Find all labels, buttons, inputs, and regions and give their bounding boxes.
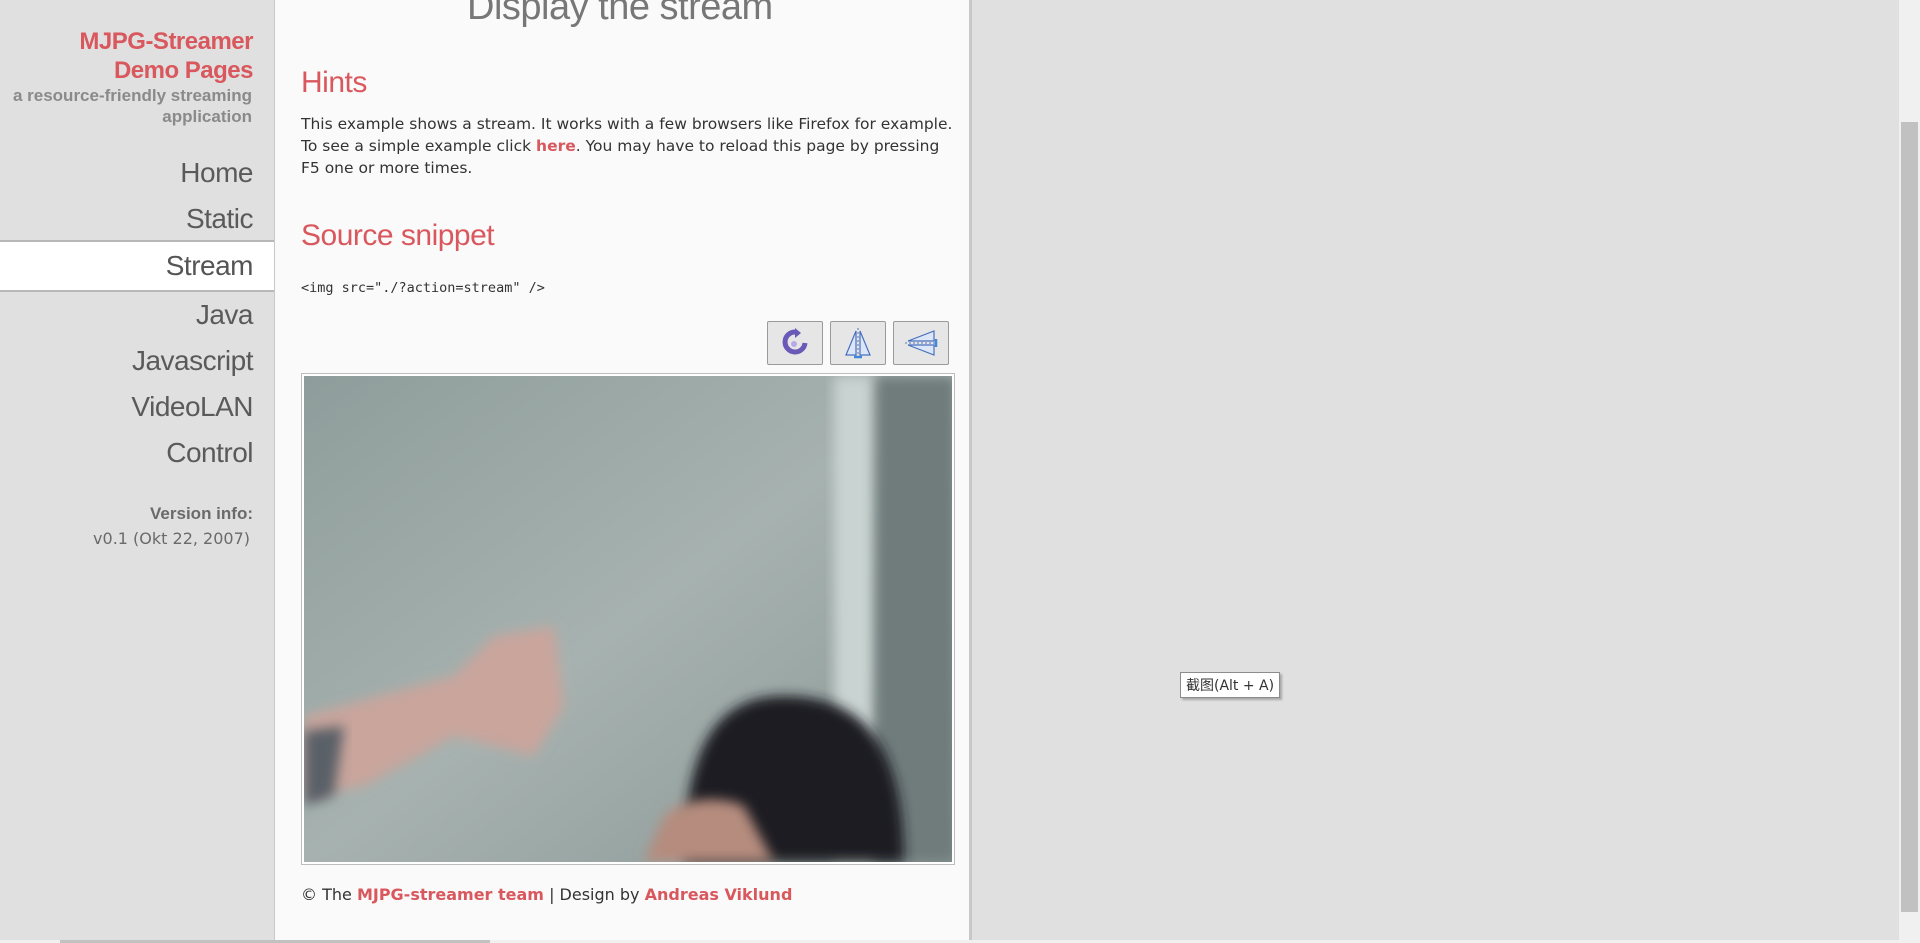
tagline-line-2: application [162,107,252,126]
nav-home[interactable]: Home [0,150,274,196]
nav-javascript[interactable]: Javascript [0,338,274,384]
nav-stream[interactable]: Stream [0,242,274,292]
version-label: Version info: [150,504,253,523]
brand-line-2: Demo Pages [113,57,254,84]
main-nav: Home Static Stream Java Javascript Video… [0,150,274,476]
nav-videolan[interactable]: VideoLAN [0,384,274,430]
here-link[interactable]: here [536,137,576,155]
footer-middle: | Design by [543,885,645,904]
designer-link[interactable]: Andreas Viklund [645,885,793,904]
flip-vertical-button[interactable] [830,321,886,365]
flip-horizontal-button[interactable] [893,321,949,365]
source-code: <img src="./?action=stream" /> [301,280,545,296]
vertical-scrollbar[interactable] [1899,0,1920,943]
main-content: Display the stream Hints This example sh… [274,0,972,943]
flip-vertical-icon [845,328,871,359]
flip-horizontal-icon [905,330,938,356]
stream-frame [301,373,955,865]
team-link[interactable]: MJPG-streamer team [357,885,544,904]
hints-heading: Hints [301,66,367,99]
version-value: v0.1 (Okt 22, 2007) [93,529,250,548]
brand-tagline: a resource-friendly streaming applicatio… [0,85,252,127]
rotate-icon [782,328,808,355]
rotate-button[interactable] [767,321,823,365]
tagline-line-1: a resource-friendly streaming [12,86,252,105]
brand-title: MJPG-Streamer Demo Pages [0,27,253,85]
scrollbar-thumb[interactable] [1901,122,1918,912]
camera-stream-image [304,376,952,862]
page-title: Display the stream [467,0,773,28]
sidebar: MJPG-Streamer Demo Pages a resource-frie… [0,0,274,943]
footer: © The MJPG-streamer team | Design by And… [301,885,792,904]
nav-control[interactable]: Control [0,430,274,476]
nav-static[interactable]: Static [0,196,274,242]
nav-java[interactable]: Java [0,292,274,338]
hints-text: This example shows a stream. It works wi… [301,113,961,179]
screenshot-tooltip: 截图(Alt + A) [1180,672,1281,698]
source-snippet-heading: Source snippet [301,219,495,252]
footer-prefix: © The [301,885,357,904]
brand-line-1: MJPG-Streamer [79,28,253,55]
